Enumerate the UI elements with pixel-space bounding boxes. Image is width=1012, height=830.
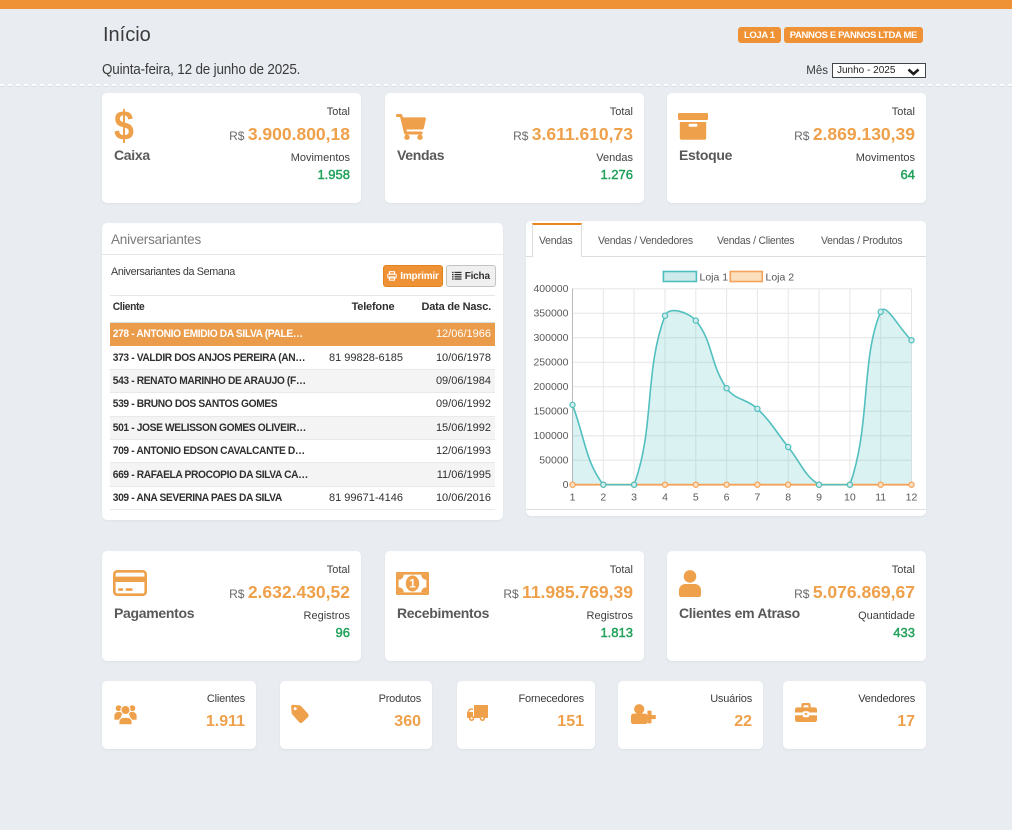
svg-text:1: 1 <box>570 492 576 504</box>
svg-text:10: 10 <box>844 492 856 504</box>
svg-text:2: 2 <box>600 492 606 504</box>
svg-text:200000: 200000 <box>533 381 568 393</box>
svg-text:3: 3 <box>631 492 637 504</box>
svg-text:9: 9 <box>816 492 822 504</box>
svg-text:7: 7 <box>754 492 760 504</box>
svg-text:400000: 400000 <box>533 283 568 295</box>
svg-text:1: 1 <box>409 577 416 591</box>
svg-text:Loja 1: Loja 1 <box>700 272 729 284</box>
svg-text:5: 5 <box>693 492 699 504</box>
svg-text:11: 11 <box>875 492 886 504</box>
svg-text:8: 8 <box>785 492 791 504</box>
svg-text:6: 6 <box>724 492 730 504</box>
svg-text:150000: 150000 <box>533 406 568 418</box>
svg-text:0: 0 <box>563 479 569 491</box>
svg-text:350000: 350000 <box>533 308 568 320</box>
svg-text:50000: 50000 <box>539 455 568 467</box>
svg-text:250000: 250000 <box>533 357 568 369</box>
svg-text:4: 4 <box>662 492 668 504</box>
svg-text:12: 12 <box>906 492 918 504</box>
svg-text:300000: 300000 <box>533 332 568 344</box>
svg-text:Loja 2: Loja 2 <box>766 272 795 284</box>
svg-text:100000: 100000 <box>533 430 568 442</box>
